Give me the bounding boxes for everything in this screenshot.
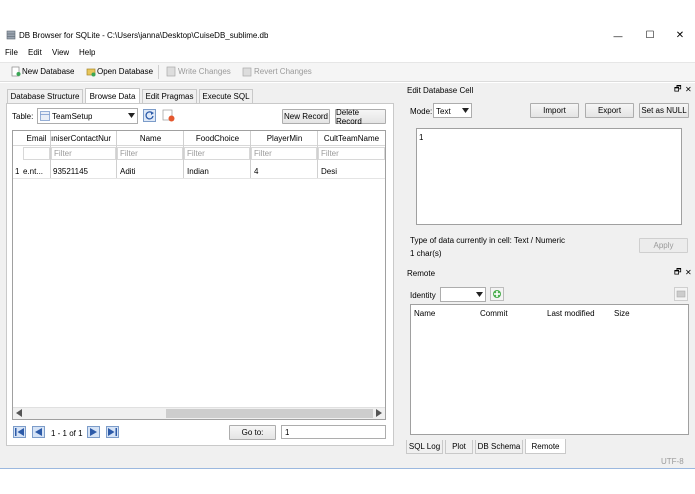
table-icon xyxy=(40,111,50,121)
table-select-value: TeamSetup xyxy=(52,112,93,121)
column-header-email[interactable]: Email xyxy=(23,133,50,144)
menu-file[interactable]: File xyxy=(5,47,18,58)
write-changes-icon xyxy=(166,66,176,77)
delete-record-button[interactable]: Delete Record xyxy=(335,108,386,126)
pager-text: 1 - 1 of 1 xyxy=(51,429,83,438)
new-database-button[interactable]: New Database xyxy=(22,66,74,77)
tab-db-schema[interactable]: DB Schema xyxy=(475,440,523,454)
column-header-contact[interactable]: ıniserContactNur xyxy=(51,133,117,144)
chevron-down-icon xyxy=(128,113,135,118)
close-window-button[interactable]: ✕ xyxy=(673,29,687,41)
mode-select-value: Text xyxy=(436,107,451,116)
menu-edit[interactable]: Edit xyxy=(28,47,42,58)
cell-contact[interactable]: 93521145 xyxy=(53,166,115,177)
app-icon xyxy=(6,30,16,40)
remote-column-size[interactable]: Size xyxy=(614,308,630,319)
window-title: DB Browser for SQLite - C:\Users\janna\D… xyxy=(19,31,269,40)
remote-column-commit[interactable]: Commit xyxy=(480,308,508,319)
chevron-down-icon xyxy=(476,292,483,297)
menu-view[interactable]: View xyxy=(52,47,69,58)
export-button[interactable]: Export xyxy=(585,103,634,118)
identity-label: Identity xyxy=(410,291,436,300)
remote-column-last-modified[interactable]: Last modified xyxy=(547,308,595,319)
open-database-icon xyxy=(86,66,96,77)
close-dock-icon[interactable]: ✕ xyxy=(685,267,692,278)
cell-type-info: Type of data currently in cell: Text / N… xyxy=(410,236,566,245)
first-page-icon[interactable] xyxy=(13,426,26,438)
float-dock-icon[interactable]: 🗗 xyxy=(674,84,682,95)
scroll-right-icon[interactable] xyxy=(374,408,384,418)
set-as-null-button[interactable]: Set as NULL xyxy=(639,103,689,118)
close-dock-icon[interactable]: ✕ xyxy=(685,84,692,95)
cell-name[interactable]: Aditi xyxy=(120,166,182,177)
minimize-button[interactable]: — xyxy=(611,30,625,41)
write-changes-button[interactable]: Write Changes xyxy=(178,66,231,77)
column-header-playermin[interactable]: PlayerMin xyxy=(251,133,318,144)
refresh-icon[interactable] xyxy=(143,109,156,122)
column-header-cultteamname[interactable]: CultTeamName xyxy=(318,133,385,144)
goto-input-value: 1 xyxy=(285,428,290,437)
next-page-icon[interactable] xyxy=(87,426,100,438)
previous-page-icon[interactable] xyxy=(32,426,45,438)
cell-cultteamname[interactable]: Desi xyxy=(321,166,383,177)
clear-filters-icon[interactable] xyxy=(162,109,175,122)
tab-plot[interactable]: Plot xyxy=(445,440,473,454)
filter-input-contact[interactable]: Filter xyxy=(51,147,116,160)
filter-input-email[interactable] xyxy=(23,147,50,160)
column-header-foodchoice[interactable]: FoodChoice xyxy=(184,133,251,144)
tab-sql-log[interactable]: SQL Log xyxy=(406,440,443,454)
tab-edit-pragmas[interactable]: Edit Pragmas xyxy=(142,89,197,103)
filter-input-playermin[interactable]: Filter xyxy=(251,147,317,160)
scrollbar-thumb[interactable] xyxy=(166,409,373,418)
cell-foodchoice[interactable]: Indian xyxy=(187,166,249,177)
goto-button[interactable]: Go to: xyxy=(229,425,276,440)
tab-browse-data[interactable]: Browse Data xyxy=(85,88,140,103)
goto-input[interactable] xyxy=(281,425,386,439)
scroll-left-icon[interactable] xyxy=(14,408,24,418)
menu-help[interactable]: Help xyxy=(79,47,95,58)
new-record-button[interactable]: New Record xyxy=(282,109,330,124)
remote-column-name[interactable]: Name xyxy=(414,308,435,319)
remote-dock-title: Remote xyxy=(405,266,695,280)
tab-database-structure[interactable]: Database Structure xyxy=(7,89,83,103)
cell-email[interactable]: e.nt... xyxy=(23,166,50,177)
mode-label: Mode: xyxy=(410,107,433,116)
open-database-button[interactable]: Open Database xyxy=(97,66,153,77)
filter-input-name[interactable]: Filter xyxy=(117,147,183,160)
filter-input-foodchoice[interactable]: Filter xyxy=(184,147,250,160)
cell-editor-content: 1 xyxy=(419,133,424,142)
float-dock-icon[interactable]: 🗗 xyxy=(674,267,682,278)
column-header-name[interactable]: Name xyxy=(117,133,184,144)
new-database-icon xyxy=(11,66,21,77)
encoding-status: UTF-8 xyxy=(661,457,684,466)
maximize-button[interactable]: ☐ xyxy=(643,29,657,41)
tab-remote[interactable]: Remote xyxy=(525,439,566,454)
edit-cell-dock-title: Edit Database Cell xyxy=(405,83,695,97)
cell-editor[interactable] xyxy=(416,128,682,225)
status-bar xyxy=(0,468,695,494)
row-number: 1 xyxy=(15,167,20,176)
revert-changes-button[interactable]: Revert Changes xyxy=(254,66,312,77)
filter-input-cultteamname[interactable]: Filter xyxy=(318,147,385,160)
import-button[interactable]: Import xyxy=(530,103,579,118)
chevron-down-icon xyxy=(462,108,469,113)
apply-button[interactable]: Apply xyxy=(639,238,688,253)
add-identity-icon[interactable] xyxy=(490,287,504,301)
last-page-icon[interactable] xyxy=(106,426,119,438)
remote-list[interactable] xyxy=(410,304,689,435)
remote-action-icon[interactable] xyxy=(674,287,688,301)
toolbar-separator xyxy=(158,65,159,79)
table-label: Table: xyxy=(12,112,34,121)
cell-playermin[interactable]: 4 xyxy=(254,166,316,177)
revert-changes-icon xyxy=(242,66,252,77)
tab-execute-sql[interactable]: Execute SQL xyxy=(199,89,253,103)
cell-size-info: 1 char(s) xyxy=(410,249,442,258)
